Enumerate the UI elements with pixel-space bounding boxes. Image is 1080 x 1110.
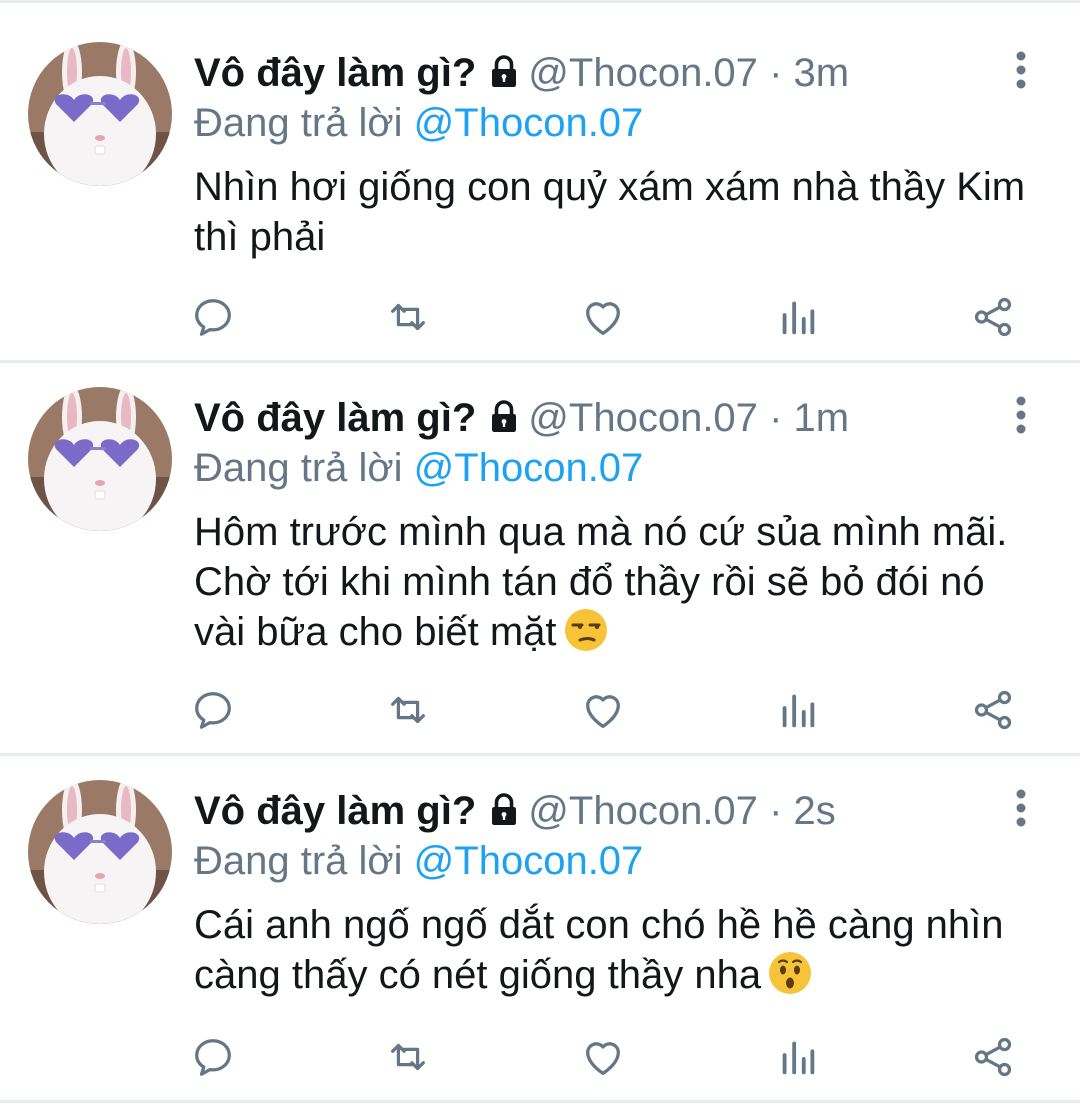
tweet-actions [190, 687, 1020, 733]
tweet-actions [190, 294, 1020, 340]
timestamp[interactable]: 3m [794, 51, 850, 95]
analytics-icon[interactable] [775, 687, 821, 733]
replying-to: Đang trả lời @Thocon.07 [194, 836, 643, 886]
analytics-icon[interactable] [775, 294, 821, 340]
retweet-icon[interactable] [385, 294, 431, 340]
replying-to: Đang trả lời @Thocon.07 [194, 443, 643, 493]
tweet-body: Cái anh ngố ngố dắt con chó hề hề càng n… [194, 903, 1004, 997]
share-icon[interactable] [970, 687, 1016, 733]
reply-prefix: Đang trả lời [194, 839, 403, 883]
tweet[interactable]: Vô đây làm gì? @Thocon.07 · 2s Đang trả l… [0, 738, 1080, 1096]
tweet[interactable]: Vô đây làm gì? @Thocon.07 · 1m Đang trả l… [0, 345, 1080, 750]
user-handle[interactable]: @Thocon.07 [528, 789, 758, 833]
share-icon[interactable] [970, 294, 1016, 340]
tweet-header: Vô đây làm gì? @Thocon.07 · 2s [194, 786, 836, 836]
separator-dot: · [769, 789, 783, 833]
share-icon[interactable] [970, 1034, 1016, 1080]
tweet[interactable]: Vô đây làm gì? @Thocon.07 · 3m Đang trả l… [0, 0, 1080, 360]
avatar[interactable] [28, 780, 172, 924]
tweet-text: Hôm trước mình qua mà nó cứ sủa mình mãi… [194, 507, 1044, 665]
tweet-header: Vô đây làm gì? @Thocon.07 · 1m [194, 393, 849, 443]
reply-icon[interactable] [190, 294, 236, 340]
display-name[interactable]: Vô đây làm gì? [194, 789, 476, 833]
tweet-text: Nhìn hơi giống con quỷ xám xám nhà thầy … [194, 162, 1044, 262]
more-options-icon[interactable] [1006, 50, 1036, 90]
unamused-face-emoji [563, 607, 609, 665]
avatar[interactable] [28, 387, 172, 531]
mention-link[interactable]: @Thocon.07 [414, 446, 644, 490]
display-name[interactable]: Vô đây làm gì? [194, 51, 476, 95]
analytics-icon[interactable] [775, 1034, 821, 1080]
mention-link[interactable]: @Thocon.07 [414, 101, 644, 145]
like-icon[interactable] [580, 1034, 626, 1080]
tweet-feed: Vô đây làm gì? @Thocon.07 · 3m Đang trả l… [0, 0, 1080, 1110]
replying-to: Đang trả lời @Thocon.07 [194, 98, 643, 148]
separator-dot: · [769, 396, 783, 440]
lock-icon [486, 397, 522, 447]
tweet-header: Vô đây làm gì? @Thocon.07 · 3m [194, 48, 849, 98]
display-name[interactable]: Vô đây làm gì? [194, 396, 476, 440]
like-icon[interactable] [580, 687, 626, 733]
retweet-icon[interactable] [385, 687, 431, 733]
user-handle[interactable]: @Thocon.07 [528, 51, 758, 95]
mention-link[interactable]: @Thocon.07 [414, 839, 644, 883]
user-handle[interactable]: @Thocon.07 [528, 396, 758, 440]
more-options-icon[interactable] [1006, 395, 1036, 435]
lock-icon [486, 52, 522, 102]
hushed-face-emoji [767, 950, 813, 1008]
divider [0, 1100, 1080, 1103]
avatar[interactable] [28, 42, 172, 186]
more-options-icon[interactable] [1006, 788, 1036, 828]
lock-icon [486, 790, 522, 840]
tweet-body: Nhìn hơi giống con quỷ xám xám nhà thầy … [194, 165, 1026, 259]
reply-prefix: Đang trả lời [194, 101, 403, 145]
reply-icon[interactable] [190, 687, 236, 733]
timestamp[interactable]: 2s [794, 789, 836, 833]
reply-prefix: Đang trả lời [194, 446, 403, 490]
reply-icon[interactable] [190, 1034, 236, 1080]
tweet-actions [190, 1034, 1020, 1080]
retweet-icon[interactable] [385, 1034, 431, 1080]
timestamp[interactable]: 1m [794, 396, 850, 440]
like-icon[interactable] [580, 294, 626, 340]
tweet-text: Cái anh ngố ngố dắt con chó hề hề càng n… [194, 900, 1044, 1008]
separator-dot: · [769, 51, 783, 95]
